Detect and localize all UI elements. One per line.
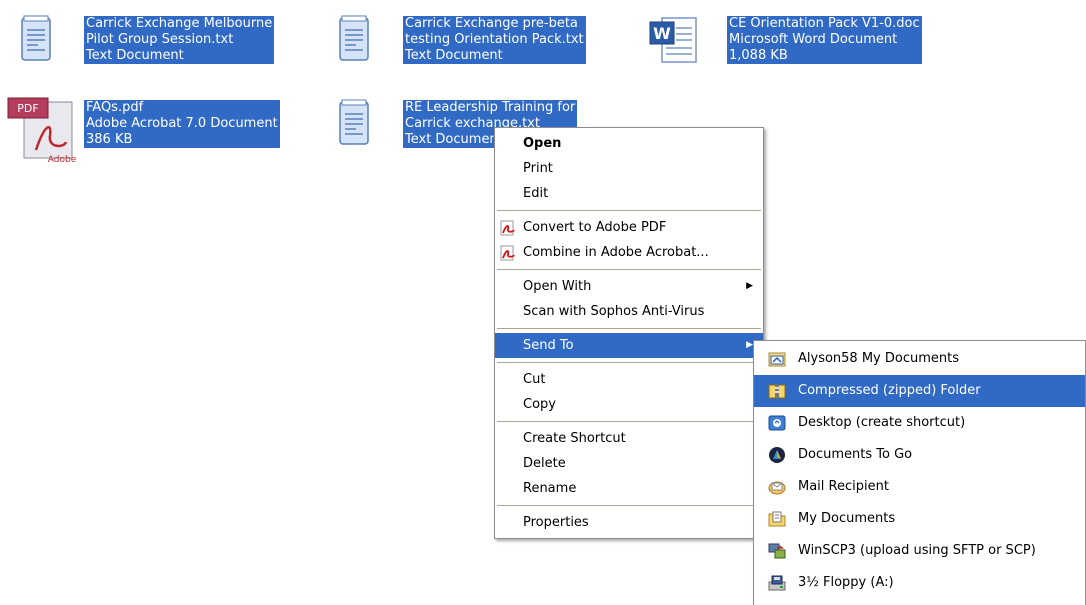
text-document-icon [21,15,51,61]
menu-item-open-with[interactable]: Open With ▶ [495,274,763,299]
file-name-line: Carrick Exchange pre-beta [403,16,586,32]
menu-separator [497,269,761,270]
context-menu: Open Print Edit Convert to Adobe PDF Com… [494,127,764,539]
menu-item-convert-pdf[interactable]: Convert to Adobe PDF [495,215,763,240]
menu-item-delete[interactable]: Delete [495,451,763,476]
winscp-icon [768,543,786,559]
file-item[interactable]: Carrick Exchange Melbourne Pilot Group S… [18,12,308,72]
send-to-item-floppy-a[interactable]: 3½ Floppy (A:) [754,567,1085,599]
menu-item-open[interactable]: Open [495,131,763,156]
menu-item-scan-sophos[interactable]: Scan with Sophos Anti-Virus [495,299,763,324]
menu-item-properties[interactable]: Properties [495,510,763,535]
menu-item-label: Alyson58 My Documents [798,351,960,366]
file-size-label: 1,088 KB [727,48,922,64]
file-name-line: RE Leadership Training for [403,100,578,116]
send-to-item-mail-recipient[interactable]: Mail Recipient [754,471,1085,503]
text-document-icon [339,99,369,145]
file-item[interactable]: W CE Orientation Pack V1-0.doc Microsoft… [648,12,948,72]
menu-separator [497,328,761,329]
send-to-item-my-documents[interactable]: My Documents [754,503,1085,535]
file-item[interactable]: PDF Adobe FAQs.pdf Adobe Acrobat 7.0 Doc… [6,96,306,164]
menu-item-label: Mail Recipient [798,479,889,494]
menu-separator [497,421,761,422]
file-name-line: FAQs.pdf [84,100,280,116]
svg-text:W: W [653,24,671,43]
file-name-line: CE Orientation Pack V1-0.doc [727,16,922,32]
file-type-label: Adobe Acrobat 7.0 Document [84,116,280,132]
adobe-pdf-icon [500,220,515,236]
send-to-submenu: Alyson58 My Documents Compressed (zipped… [753,340,1086,605]
menu-item-send-to[interactable]: Send To ▶ [495,333,763,358]
menu-separator [497,362,761,363]
menu-separator [497,210,761,211]
desktop-icon [768,415,786,431]
menu-item-edit[interactable]: Edit [495,181,763,206]
adobe-logo: Adobe [48,155,77,164]
menu-item-label: Compressed (zipped) Folder [798,383,981,398]
menu-item-create-shortcut[interactable]: Create Shortcut [495,426,763,451]
file-type-label: Text Document [403,48,586,64]
menu-item-label: Convert to Adobe PDF [523,220,667,235]
menu-item-rename[interactable]: Rename [495,476,763,501]
network-folder-icon [768,352,786,367]
file-type-label: Microsoft Word Document [727,32,922,48]
file-name-line: Carrick Exchange Melbourne [84,16,275,32]
menu-item-label: My Documents [798,511,896,526]
menu-item-label: 3½ Floppy (A:) [798,575,894,590]
submenu-arrow-icon: ▶ [746,340,753,350]
my-documents-folder-icon [768,511,786,527]
text-document-icon [339,15,369,61]
menu-separator [497,505,761,506]
menu-item-label: Documents To Go [798,447,913,462]
menu-item-label: Open With [523,279,592,294]
floppy-drive-icon [768,575,786,591]
file-item[interactable]: Carrick Exchange pre-beta testing Orient… [336,12,626,72]
menu-item-label: WinSCP3 (upload using SFTP or SCP) [798,543,1036,558]
adobe-acrobat-icon [500,245,515,261]
send-to-item-desktop-shortcut[interactable]: Desktop (create shortcut) [754,407,1085,439]
submenu-arrow-icon: ▶ [746,281,753,291]
send-to-item-alyson58-my-documents[interactable]: Alyson58 My Documents [754,343,1085,375]
send-to-item-compressed-folder[interactable]: Compressed (zipped) Folder [754,375,1085,407]
file-name-line: testing Orientation Pack.txt [403,32,586,48]
documents-to-go-icon [769,447,785,463]
word-document-icon: W [649,17,697,63]
mail-icon [768,481,786,495]
file-size-label: 386 KB [84,132,280,148]
pdf-document-icon: PDF Adobe [7,97,77,164]
file-type-label: Text Document [84,48,275,64]
menu-item-combine-acrobat[interactable]: Combine in Adobe Acrobat... [495,240,763,265]
menu-item-label: Desktop (create shortcut) [798,415,966,430]
menu-item-label: Combine in Adobe Acrobat... [523,245,709,260]
menu-item-copy[interactable]: Copy [495,392,763,417]
file-name-line: Pilot Group Session.txt [84,32,275,48]
menu-item-print[interactable]: Print [495,156,763,181]
menu-item-cut[interactable]: Cut [495,367,763,392]
send-to-item-documents-to-go[interactable]: Documents To Go [754,439,1085,471]
zip-folder-icon [768,384,786,399]
menu-item-label: Send To [523,338,574,353]
send-to-item-winscp3[interactable]: WinSCP3 (upload using SFTP or SCP) [754,535,1085,567]
pdf-badge: PDF [17,102,38,115]
